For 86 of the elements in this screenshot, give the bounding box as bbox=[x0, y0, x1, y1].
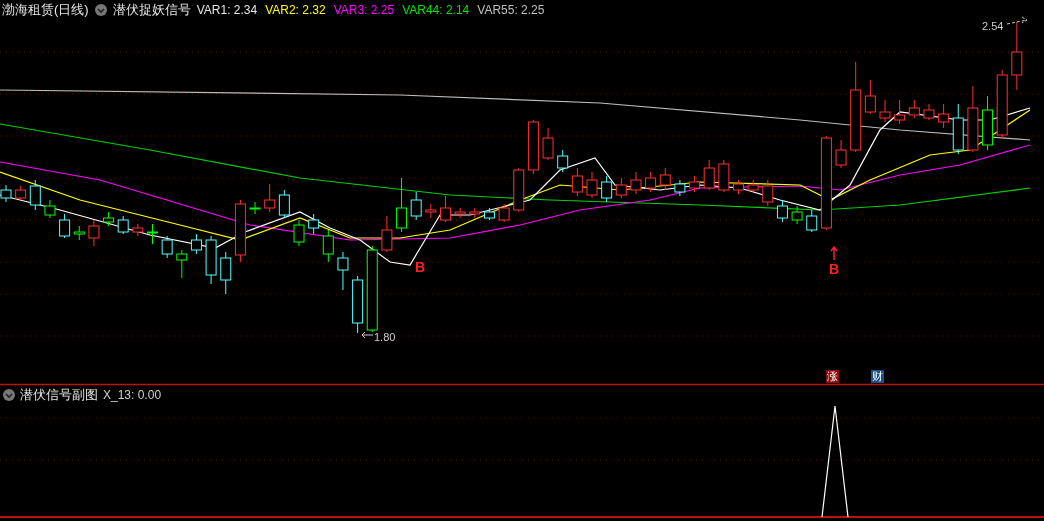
candlestick bbox=[117, 215, 129, 235]
window-title: 渤海租赁(日线) bbox=[2, 1, 89, 20]
candlestick bbox=[88, 219, 100, 247]
candlestick bbox=[410, 191, 422, 221]
candlestick bbox=[176, 249, 188, 279]
high-pointer-arrow bbox=[1006, 16, 1028, 25]
buy-signal-label: B bbox=[415, 260, 426, 274]
candlestick bbox=[59, 213, 71, 239]
candlestick bbox=[659, 167, 671, 191]
low-price-label: 1.80 bbox=[374, 330, 396, 345]
candlestick bbox=[542, 127, 554, 161]
candlestick bbox=[967, 85, 979, 153]
candlestick bbox=[205, 235, 217, 285]
candlestick bbox=[352, 275, 364, 334]
candlestick bbox=[249, 201, 261, 215]
candlestick bbox=[601, 175, 613, 203]
indicator-value: VAR1: 2.34 bbox=[196, 2, 258, 19]
indicator-value: VAR2: 2.32 bbox=[265, 2, 326, 19]
candlestick bbox=[630, 171, 642, 195]
chevron-circle-icon[interactable] bbox=[94, 4, 107, 16]
candlestick bbox=[762, 179, 774, 207]
candlestick bbox=[689, 175, 701, 193]
candlestick bbox=[381, 215, 393, 253]
candlestick bbox=[645, 171, 657, 193]
candlestick bbox=[733, 179, 744, 195]
candlestick bbox=[308, 213, 320, 235]
sub-panel-title: 潜伏信号副图 bbox=[20, 386, 98, 405]
candlestick bbox=[571, 167, 583, 197]
candlestick bbox=[894, 99, 906, 125]
candlestick bbox=[923, 103, 935, 121]
candlestick bbox=[586, 171, 598, 199]
candlestick bbox=[908, 99, 920, 119]
indicator-value: VAR44: 2.14 bbox=[402, 2, 470, 19]
candlestick bbox=[293, 219, 305, 247]
candlestick bbox=[835, 139, 847, 169]
chevron-circle-icon[interactable] bbox=[3, 389, 15, 401]
candlestick bbox=[469, 207, 481, 219]
candlestick bbox=[234, 199, 246, 263]
candlestick bbox=[791, 205, 803, 225]
candlestick bbox=[396, 177, 408, 233]
candlestick bbox=[1011, 21, 1023, 91]
indicator-value: X_13: 0.00 bbox=[103, 387, 162, 404]
low-pointer-arrow bbox=[361, 331, 374, 339]
candlestick bbox=[747, 179, 759, 193]
indicator-value: VAR55: 2.25 bbox=[477, 2, 545, 19]
candlestick bbox=[776, 199, 788, 223]
candlestick bbox=[996, 69, 1008, 139]
candlestick bbox=[952, 103, 964, 155]
candlestick bbox=[73, 225, 85, 241]
candlestick bbox=[674, 179, 686, 197]
candlestick bbox=[103, 211, 115, 227]
candlestick bbox=[527, 119, 539, 175]
candlestick bbox=[337, 251, 349, 291]
candlestick bbox=[879, 99, 891, 123]
candlestick bbox=[938, 103, 950, 129]
candlestick bbox=[44, 199, 56, 219]
indicator-name: 潜伏捉妖信号 bbox=[112, 1, 191, 20]
candlestick bbox=[718, 159, 730, 193]
candlestick bbox=[425, 203, 437, 219]
candlestick bbox=[220, 251, 232, 295]
candlestick bbox=[982, 95, 994, 151]
candlestick bbox=[483, 207, 495, 221]
candlestick bbox=[498, 203, 510, 223]
candlestick bbox=[29, 179, 41, 211]
candlestick bbox=[557, 149, 569, 173]
news-badge[interactable]: 财 bbox=[871, 370, 884, 383]
candlestick bbox=[440, 195, 451, 223]
candlestick bbox=[190, 233, 202, 255]
candlestick bbox=[278, 189, 290, 219]
candlestick bbox=[15, 185, 27, 201]
indicator-value: VAR3: 2.25 bbox=[333, 2, 395, 19]
candlestick bbox=[806, 209, 818, 233]
high-price-label: 2.54 bbox=[982, 19, 1004, 34]
candlestick bbox=[615, 177, 627, 199]
candlestick bbox=[703, 159, 715, 191]
candlestick bbox=[147, 223, 158, 245]
candlestick bbox=[264, 183, 276, 213]
candlestick bbox=[161, 235, 173, 259]
candlestick bbox=[454, 207, 466, 219]
candlestick bbox=[513, 167, 525, 213]
candlestick bbox=[322, 229, 334, 263]
candlestick bbox=[0, 184, 12, 203]
buy-signal-label: B bbox=[829, 262, 840, 276]
candlestick bbox=[132, 223, 144, 237]
candlestick bbox=[864, 79, 876, 115]
news-badge[interactable]: 涨 bbox=[826, 370, 839, 383]
